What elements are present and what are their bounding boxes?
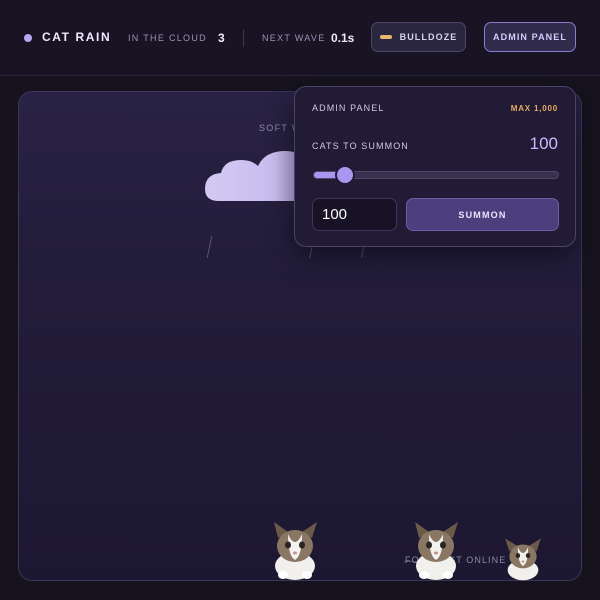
cats-to-summon-value: 100: [529, 134, 558, 153]
app-title: CAT RAIN: [42, 30, 112, 44]
slider-thumb[interactable]: [337, 167, 353, 183]
top-bar: CAT RAIN IN THE CLOUD 3 NEXT WAVE 0.1s B…: [0, 0, 600, 76]
bulldoze-button[interactable]: BULLDOZE: [371, 22, 466, 52]
cats-to-summon-label: CATS TO SUMMON: [312, 141, 409, 151]
admin-panel-button-label: ADMIN PANEL: [493, 32, 567, 42]
in-cloud-count: 3: [218, 31, 225, 45]
admin-panel-title: ADMIN PANEL: [312, 103, 385, 113]
summon-button-label: SUMMON: [458, 209, 507, 220]
cat-image: [505, 538, 541, 581]
cat-count-slider[interactable]: [313, 167, 559, 183]
cat-image: [415, 522, 458, 580]
next-wave-timer: 0.1s: [331, 31, 355, 45]
next-wave-label: NEXT WAVE: [262, 33, 326, 43]
cat-image: [274, 522, 317, 580]
in-cloud-label: IN THE CLOUD: [128, 33, 207, 43]
admin-panel: ADMIN PANEL MAX 1,000 CATS TO SUMMON 100…: [294, 86, 576, 247]
max-limit-badge: MAX 1,000: [510, 104, 558, 113]
summon-button[interactable]: SUMMON: [406, 198, 559, 231]
cat-count-input[interactable]: [312, 198, 397, 231]
admin-panel-button[interactable]: ADMIN PANEL: [484, 22, 576, 52]
rain-streak: [206, 236, 213, 258]
bulldoze-label: BULLDOZE: [399, 32, 458, 42]
stat-divider: [243, 29, 244, 47]
brand-dot-icon: [24, 34, 32, 42]
bulldozer-blade-icon: [379, 35, 392, 39]
